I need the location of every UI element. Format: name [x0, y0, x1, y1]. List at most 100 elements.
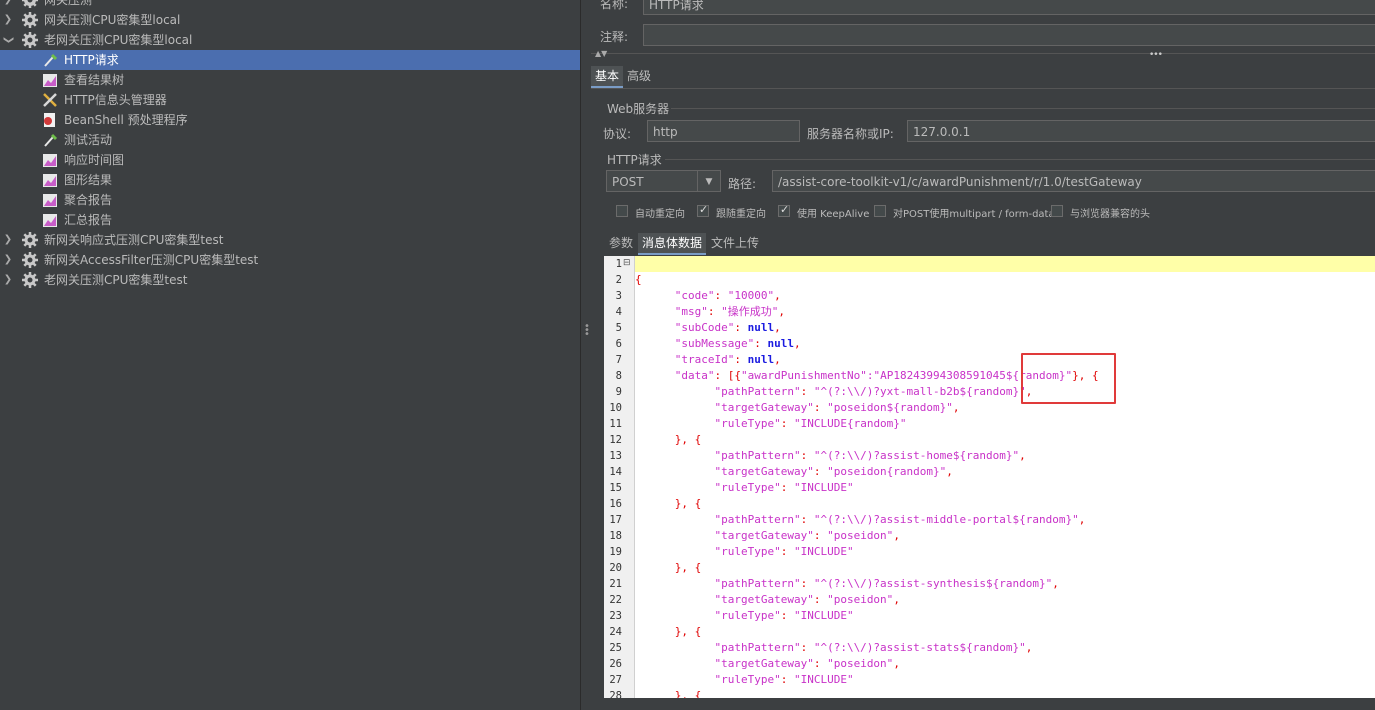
tree-item-beanshell-preprocessor[interactable]: BeanShell 预处理程序 — [0, 110, 580, 130]
tree-item-label: 老网关压测CPU密集型local — [44, 33, 193, 47]
tree-item-graph-results[interactable]: 图形结果 — [0, 170, 580, 190]
collapse-arrows-icon[interactable]: ▲▼ — [595, 49, 607, 58]
line-number: 6 — [615, 338, 622, 350]
code-line: "pathPattern": "^(?:\\/)?assist-middle-p… — [714, 513, 1086, 526]
line-number: 4 — [615, 306, 622, 318]
line-number: 24 — [609, 626, 622, 638]
protocol-field[interactable]: http — [647, 120, 800, 142]
tree-item-new-gateway-accessfilter[interactable]: ❯ 新网关AccessFilter压测CPU密集型test — [0, 250, 580, 270]
tab-basic[interactable]: 基本 — [591, 66, 624, 88]
code-line: }, { — [674, 497, 702, 510]
current-line-highlight — [635, 256, 1375, 272]
code-line: "ruleType": "INCLUDE{random}" — [714, 417, 907, 430]
tree-item-test-activity[interactable]: 测试活动 — [0, 130, 580, 150]
tree-item-label: 聚合报告 — [64, 193, 113, 207]
line-number: 11 — [609, 418, 622, 430]
keepalive-checkbox[interactable] — [778, 203, 790, 217]
tree-item-response-time-graph[interactable]: 响应时间图 — [0, 150, 580, 170]
line-number: 14 — [609, 466, 622, 478]
line-number: 1 — [615, 258, 622, 270]
tree-item-label: 老网关压测CPU密集型test — [44, 273, 188, 287]
tree-item-gateway-test[interactable]: ❯ 网关压测 — [0, 0, 580, 10]
tree-item-aggregate-report[interactable]: 聚合报告 — [0, 190, 580, 210]
gear-icon — [22, 32, 38, 48]
chevron-down-icon[interactable]: ▼ — [697, 171, 720, 191]
line-number: 23 — [609, 610, 622, 622]
browser-compat-headers-checkbox[interactable] — [1051, 205, 1063, 217]
line-number: 5 — [615, 322, 622, 334]
chevron-right-icon[interactable]: ❯ — [3, 0, 13, 10]
code-line: }, { — [674, 433, 702, 446]
chevron-right-icon[interactable]: ❯ — [3, 10, 13, 30]
code-line: "targetGateway": "poseidon", — [714, 593, 900, 606]
multipart-checkbox[interactable] — [874, 205, 886, 217]
divider — [591, 88, 1375, 89]
divider — [591, 53, 1375, 54]
code-line: "pathPattern": "^(?:\\/)?assist-home${ra… — [714, 449, 1026, 462]
code-line: "traceId": null, — [674, 353, 781, 366]
line-number: 9 — [615, 386, 622, 398]
chevron-right-icon[interactable]: ❯ — [3, 230, 13, 250]
tree-item-http-request[interactable]: HTTP请求 — [0, 50, 580, 70]
pane-splitter[interactable]: • • • — [580, 0, 591, 710]
tree-item-old-gateway-cpu-test[interactable]: ❯ 老网关压测CPU密集型test — [0, 270, 580, 290]
tree-item-view-results-tree[interactable]: 查看结果树 — [0, 70, 580, 90]
follow-redirect-checkbox[interactable] — [697, 203, 709, 217]
line-number: 26 — [609, 658, 622, 670]
tools-icon — [43, 93, 57, 107]
browser-compat-headers-label: 与浏览器兼容的头 — [1070, 209, 1150, 220]
tab-file-upload[interactable]: 文件上传 — [707, 233, 763, 253]
code-line: "ruleType": "INCLUDE" — [714, 673, 854, 686]
chevron-right-icon[interactable]: ❯ — [3, 270, 13, 290]
drag-handle-icon[interactable]: • • • — [584, 322, 590, 340]
name-label: 名称: — [600, 0, 629, 11]
code-line: { — [635, 273, 642, 286]
tree-item-http-header-manager[interactable]: HTTP信息头管理器 — [0, 90, 580, 110]
tree-item-label: HTTP请求 — [64, 53, 119, 67]
test-plan-tree: ❯ 网关压测 ❯ 网关压测CPU密集型local ❯ 老网关压测CPU密集型lo… — [0, 0, 580, 710]
auto-redirect-checkbox[interactable] — [616, 205, 628, 217]
keepalive-label: 使用 KeepAlive — [797, 209, 870, 220]
method-select[interactable]: POST ▼ — [606, 170, 721, 192]
line-number: 27 — [609, 674, 622, 686]
code-line: "targetGateway": "poseidon", — [714, 657, 900, 670]
highlight-annotation-box — [1021, 353, 1116, 404]
comment-field[interactable] — [643, 24, 1375, 46]
tree-item-gateway-cpu-local[interactable]: ❯ 网关压测CPU密集型local — [0, 10, 580, 30]
tree-item-old-gateway-cpu-local[interactable]: ❯ 老网关压测CPU密集型local — [0, 30, 580, 50]
server-field[interactable]: 127.0.0.1 — [907, 120, 1375, 142]
multipart-label: 对POST使用multipart / form-data — [893, 209, 1055, 220]
tree-item-label: 汇总报告 — [64, 213, 113, 227]
line-number: 8 — [615, 370, 622, 382]
drag-dots-icon[interactable]: ••• — [1149, 50, 1163, 60]
chevron-down-icon[interactable]: ❯ — [0, 35, 18, 45]
body-data-editor[interactable]: ⊟ 1 2 3 4 5 6 7 8 9 10 11 12 13 14 15 16… — [604, 256, 1375, 698]
chart-icon — [43, 194, 57, 207]
comment-label: 注释: — [600, 30, 629, 44]
tab-parameters[interactable]: 参数 — [605, 233, 637, 253]
chevron-right-icon[interactable]: ❯ — [3, 250, 13, 270]
http-section-title: HTTP请求 — [607, 153, 662, 167]
gear-icon — [22, 272, 38, 288]
tree-item-new-gateway-reactive[interactable]: ❯ 新网关响应式压测CPU密集型test — [0, 230, 580, 250]
code-line: "targetGateway": "poseidon{random}", — [714, 465, 953, 478]
code-line: "targetGateway": "poseidon${random}", — [714, 401, 960, 414]
chart-icon — [43, 174, 57, 187]
chart-icon — [43, 154, 57, 167]
name-field[interactable]: HTTP请求 — [643, 0, 1375, 15]
line-number: 20 — [609, 562, 622, 574]
code-line: "subMessage": null, — [674, 337, 801, 350]
tree-item-label: 响应时间图 — [64, 153, 125, 167]
path-field[interactable]: /assist-core-toolkit-v1/c/awardPunishmen… — [772, 170, 1375, 192]
pipette-icon — [44, 53, 58, 67]
tree-item-summary-report[interactable]: 汇总报告 — [0, 210, 580, 230]
tab-advanced[interactable]: 高级 — [623, 66, 655, 86]
tree-item-label: 新网关响应式压测CPU密集型test — [44, 233, 224, 247]
tree-item-label: BeanShell 预处理程序 — [64, 113, 188, 127]
tab-body-data[interactable]: 消息体数据 — [638, 233, 707, 255]
server-label: 服务器名称或IP: — [807, 127, 894, 141]
pipette-icon — [44, 133, 58, 147]
code-line: }, { — [674, 561, 702, 574]
horizontal-scrollbar[interactable] — [591, 698, 1375, 710]
fold-icon[interactable]: ⊟ — [623, 258, 631, 268]
